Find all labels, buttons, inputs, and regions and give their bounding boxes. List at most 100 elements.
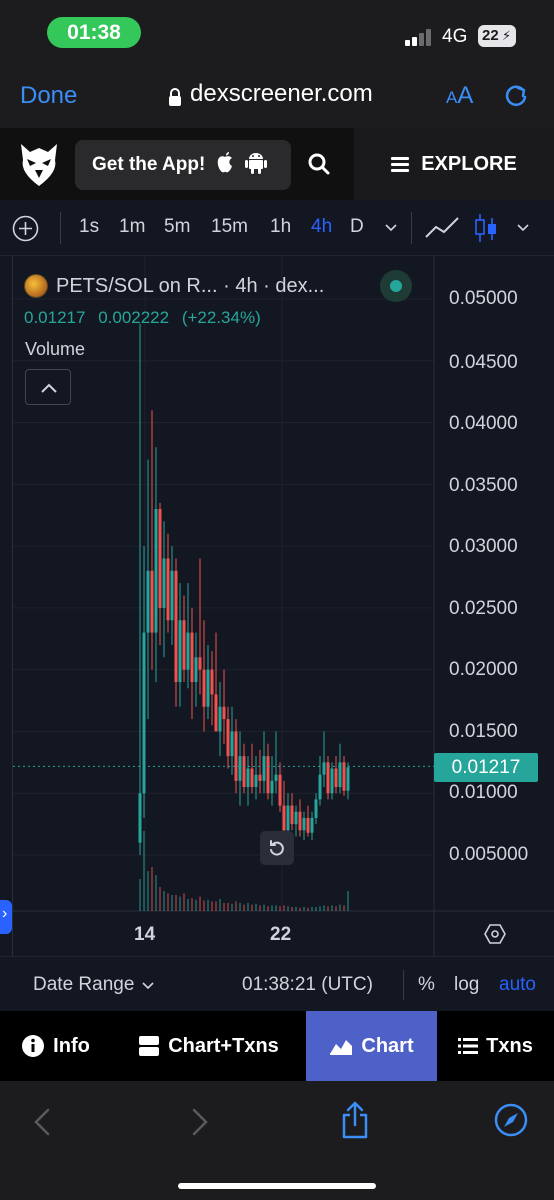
candle-body [334, 768, 338, 788]
explore-button[interactable]: EXPLORE [354, 128, 554, 200]
add-indicator-icon[interactable] [12, 215, 39, 242]
compass-icon[interactable] [494, 1103, 528, 1142]
done-button[interactable]: Done [20, 82, 77, 110]
site-header: Get the App! EXPLORE [0, 128, 554, 200]
share-icon[interactable] [340, 1101, 370, 1144]
auto-scale-toggle[interactable]: auto [499, 974, 536, 996]
reader-text-size-button[interactable]: AA [446, 82, 473, 110]
candle-body [322, 762, 326, 775]
back-arrow-icon[interactable] [32, 1107, 52, 1142]
candle-body [202, 669, 206, 707]
candle-body [146, 570, 150, 633]
candle-body [150, 570, 154, 633]
forward-arrow-icon[interactable] [190, 1107, 210, 1142]
timeframe-15m[interactable]: 15m [211, 216, 248, 238]
price-tick: 0.05000 [449, 288, 518, 309]
timeframe-1s[interactable]: 1s [79, 216, 99, 238]
info-icon [22, 1035, 45, 1057]
utc-clock[interactable]: 01:38:21 (UTC) [242, 974, 373, 996]
volume-bar [211, 901, 213, 911]
timeframe-5m[interactable]: 5m [164, 216, 190, 238]
timeframe-d[interactable]: D [350, 216, 364, 238]
tab-txns[interactable]: Txns [437, 1011, 554, 1081]
ohlc-change: 0.002222 [98, 308, 170, 327]
collapse-legend-button[interactable] [25, 369, 71, 405]
tab-chart-txns[interactable]: Chart+Txns [111, 1011, 306, 1081]
volume-bar [339, 904, 341, 911]
tab-label: Txns [486, 1034, 533, 1057]
volume-bar [271, 905, 273, 911]
volume-bar [335, 906, 337, 911]
candle-body [302, 817, 306, 831]
ohlc-values: 0.01217 0.002222 (+22.34%) [24, 308, 269, 328]
timeframe-1m[interactable]: 1m [119, 216, 145, 238]
volume-bar [167, 893, 169, 911]
volume-bar [215, 901, 217, 911]
candle-body [170, 570, 174, 621]
chevron-down-icon[interactable] [384, 220, 398, 234]
lock-icon [168, 85, 182, 106]
candle-body [238, 756, 242, 781]
volume-bar [139, 879, 141, 911]
reset-chart-button[interactable] [260, 831, 294, 865]
url-field[interactable]: dexscreener.com [168, 80, 373, 108]
volume-bar [151, 867, 153, 911]
chart-settings-icon[interactable] [483, 922, 507, 946]
get-app-button[interactable]: Get the App! [75, 140, 291, 190]
side-panel-toggle[interactable] [0, 900, 12, 934]
battery-level: 22 [482, 27, 499, 44]
chart-legend: PETS/SOL on R... · 4h · dex... [24, 274, 324, 298]
timeframe-1h[interactable]: 1h [270, 216, 291, 238]
legend-title: PETS/SOL on R... · 4h · dex... [56, 274, 325, 297]
candle-body [246, 768, 250, 788]
volume-bar [163, 891, 165, 911]
candle-body [158, 509, 162, 608]
volume-bar [171, 895, 173, 911]
reset-icon [270, 840, 284, 856]
volume-bar [239, 903, 241, 911]
chevron-down-icon[interactable] [516, 220, 530, 234]
reader-label-large: A [457, 82, 474, 109]
tab-info[interactable]: Info [0, 1011, 111, 1081]
line-chart-icon[interactable] [424, 215, 460, 241]
candle-body [298, 811, 302, 831]
chevron-down-icon [142, 982, 154, 990]
tab-label: Chart [361, 1034, 414, 1057]
signal-icon [405, 29, 435, 46]
log-scale-toggle[interactable]: log [454, 974, 479, 996]
volume-bar [219, 899, 221, 911]
candle-body [314, 799, 318, 818]
battery-icon: 22 ⚡ [478, 25, 516, 47]
volume-bar [203, 900, 205, 911]
timeframe-4h[interactable]: 4h [311, 216, 332, 238]
tab-chart[interactable]: Chart [306, 1011, 437, 1081]
candlestick-icon[interactable] [474, 212, 498, 244]
reload-icon[interactable] [503, 82, 529, 108]
candle-body [174, 570, 178, 683]
volume-bar [323, 905, 325, 911]
percent-scale-toggle[interactable]: % [418, 974, 435, 996]
volume-bar [227, 903, 229, 911]
volume-bar [319, 906, 321, 911]
candle-body [278, 774, 282, 806]
chevron-up-icon [41, 383, 57, 393]
candle-body [218, 706, 222, 732]
date-range-button[interactable]: Date Range [33, 974, 154, 996]
volume-bar [143, 831, 145, 911]
price-chart[interactable]: PETS/SOL on R... · 4h · dex... 0.01217 0… [0, 256, 554, 956]
search-icon[interactable] [307, 152, 331, 176]
candle-body [270, 780, 274, 794]
browser-bar: Done dexscreener.com AA [0, 62, 554, 128]
eagle-logo-icon[interactable] [18, 142, 60, 188]
tab-label: Info [53, 1034, 90, 1057]
volume-bar [267, 906, 269, 911]
volume-bar [303, 907, 305, 911]
volume-bar [247, 903, 249, 911]
live-status-icon[interactable] [380, 270, 412, 302]
candle-body [250, 768, 254, 788]
date-range-label: Date Range [33, 974, 135, 995]
candle-body [226, 719, 230, 757]
candle-body [294, 811, 298, 825]
status-time: 01:38 [47, 17, 141, 48]
candle-body [258, 774, 262, 781]
